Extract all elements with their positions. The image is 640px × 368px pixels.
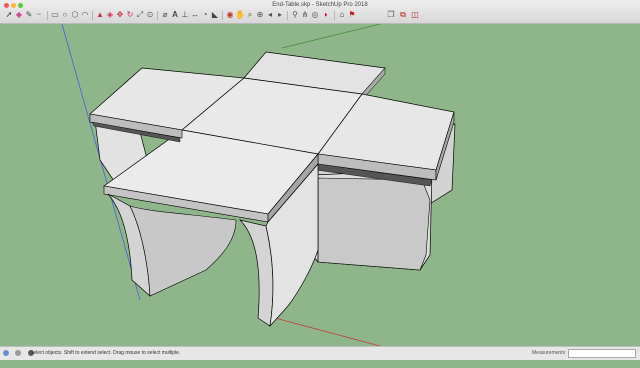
- polygon-icon[interactable]: ⬡: [70, 9, 80, 21]
- main-toolbar: ➚ ◆ ✎ ~ ▭ ○ ⬡ ◠ ▲ ◈ ✥ ↻ ⤢ ⊙ ⌀ A ⊥ ↔ ◔ ◣ …: [2, 9, 638, 22]
- window-title: End-Table.skp - SketchUp Pro 2018: [272, 2, 368, 8]
- 3d-warehouse-icon[interactable]: ⌂: [337, 9, 347, 21]
- orbit-icon[interactable]: ◉: [225, 9, 235, 21]
- credits-icon[interactable]: [15, 350, 22, 356]
- select-arrow-icon[interactable]: ➚: [4, 9, 14, 21]
- extension-manager-icon[interactable]: ⧉: [398, 9, 408, 21]
- scale-icon[interactable]: ⤢: [135, 9, 145, 21]
- circle-icon[interactable]: ○: [60, 9, 70, 21]
- pan-icon[interactable]: ✋: [235, 9, 245, 21]
- push-pull-icon[interactable]: ▲: [95, 9, 105, 21]
- section-plane-icon[interactable]: ◑: [320, 9, 330, 21]
- extension-warehouse-icon[interactable]: ⚑: [347, 9, 357, 21]
- measurements-input[interactable]: [568, 349, 636, 358]
- zoom-extents-icon[interactable]: ⊕: [255, 9, 265, 21]
- geo-location-icon[interactable]: [3, 350, 9, 356]
- freehand-icon[interactable]: ~: [34, 9, 44, 21]
- walk-icon[interactable]: ⋔: [300, 9, 310, 21]
- previous-view-icon[interactable]: ◂: [265, 9, 275, 21]
- rotate-icon[interactable]: ↻: [125, 9, 135, 21]
- paint-bucket-icon[interactable]: ◣: [210, 9, 220, 21]
- look-around-icon[interactable]: ◎: [310, 9, 320, 21]
- right-leg-side: [317, 177, 431, 271]
- title-bar: End-Table.skp - SketchUp Pro 2018 ➚ ◆ ✎ …: [0, 0, 640, 24]
- measurements-label: Measurements: [532, 350, 566, 356]
- offset-icon[interactable]: ◈: [105, 9, 115, 21]
- zoom-icon[interactable]: ⌕: [245, 9, 255, 21]
- move-icon[interactable]: ✥: [115, 9, 125, 21]
- ruby-console-icon[interactable]: ◫: [410, 9, 420, 21]
- status-message: Select objects. Shift to extend select. …: [30, 350, 181, 356]
- follow-me-icon[interactable]: ⊙: [145, 9, 155, 21]
- rectangle-icon[interactable]: ▭: [50, 9, 60, 21]
- dimension-icon[interactable]: ↔: [190, 9, 200, 21]
- arc-icon[interactable]: ◠: [80, 9, 90, 21]
- position-camera-icon[interactable]: ⚲: [290, 9, 300, 21]
- status-bar: Select objects. Shift to extend select. …: [0, 346, 640, 360]
- eraser-icon[interactable]: ◆: [14, 9, 24, 21]
- model-viewport[interactable]: [0, 24, 640, 346]
- layout-icon[interactable]: ❐: [386, 9, 396, 21]
- next-view-icon[interactable]: ▸: [275, 9, 285, 21]
- protractor-icon[interactable]: ◔: [200, 9, 210, 21]
- pencil-line-icon[interactable]: ✎: [24, 9, 34, 21]
- axes-icon[interactable]: ⊥: [180, 9, 190, 21]
- tape-measure-icon[interactable]: ⌀: [160, 9, 170, 21]
- text-icon[interactable]: A: [170, 9, 180, 21]
